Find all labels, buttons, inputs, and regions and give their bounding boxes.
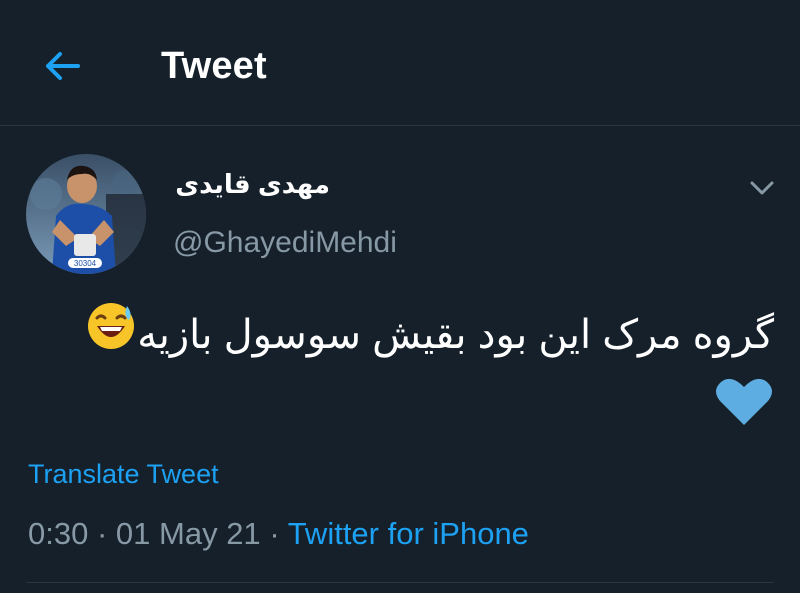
tweet-text: گروه مرک این بود بقیش سوسول بازیه xyxy=(137,313,774,357)
author-handle[interactable]: @GhayediMehdi xyxy=(173,223,397,263)
meta-separator: · xyxy=(269,516,280,551)
tweet-source-link[interactable]: Twitter for iPhone xyxy=(288,516,529,551)
avatar[interactable]: 30304 xyxy=(26,154,146,274)
divider xyxy=(26,582,774,583)
top-bar: Tweet xyxy=(0,0,800,126)
page-title: Tweet xyxy=(161,45,267,87)
chevron-down-icon xyxy=(750,181,774,195)
translate-tweet-link[interactable]: Translate Tweet xyxy=(28,456,219,492)
avatar-photo: 30304 xyxy=(26,154,146,274)
tweet-meta: 0:30 · 01 May 21 · Twitter for iPhone xyxy=(28,514,529,554)
svg-text:30304: 30304 xyxy=(74,259,97,268)
more-options-button[interactable] xyxy=(744,170,780,206)
author-display-name[interactable]: مهدی قایدی xyxy=(170,166,330,202)
arrow-left-icon xyxy=(46,52,80,80)
blue-heart-emoji xyxy=(714,375,774,449)
tweet-date: 01 May 21 xyxy=(115,516,261,551)
grinning-sweat-emoji xyxy=(85,300,137,374)
tweet-body: گروه مرک این بود بقیش سوسول بازیه xyxy=(44,300,774,449)
back-button[interactable] xyxy=(36,42,88,90)
meta-separator: · xyxy=(96,516,108,551)
tweet-time: 0:30 xyxy=(28,516,89,551)
